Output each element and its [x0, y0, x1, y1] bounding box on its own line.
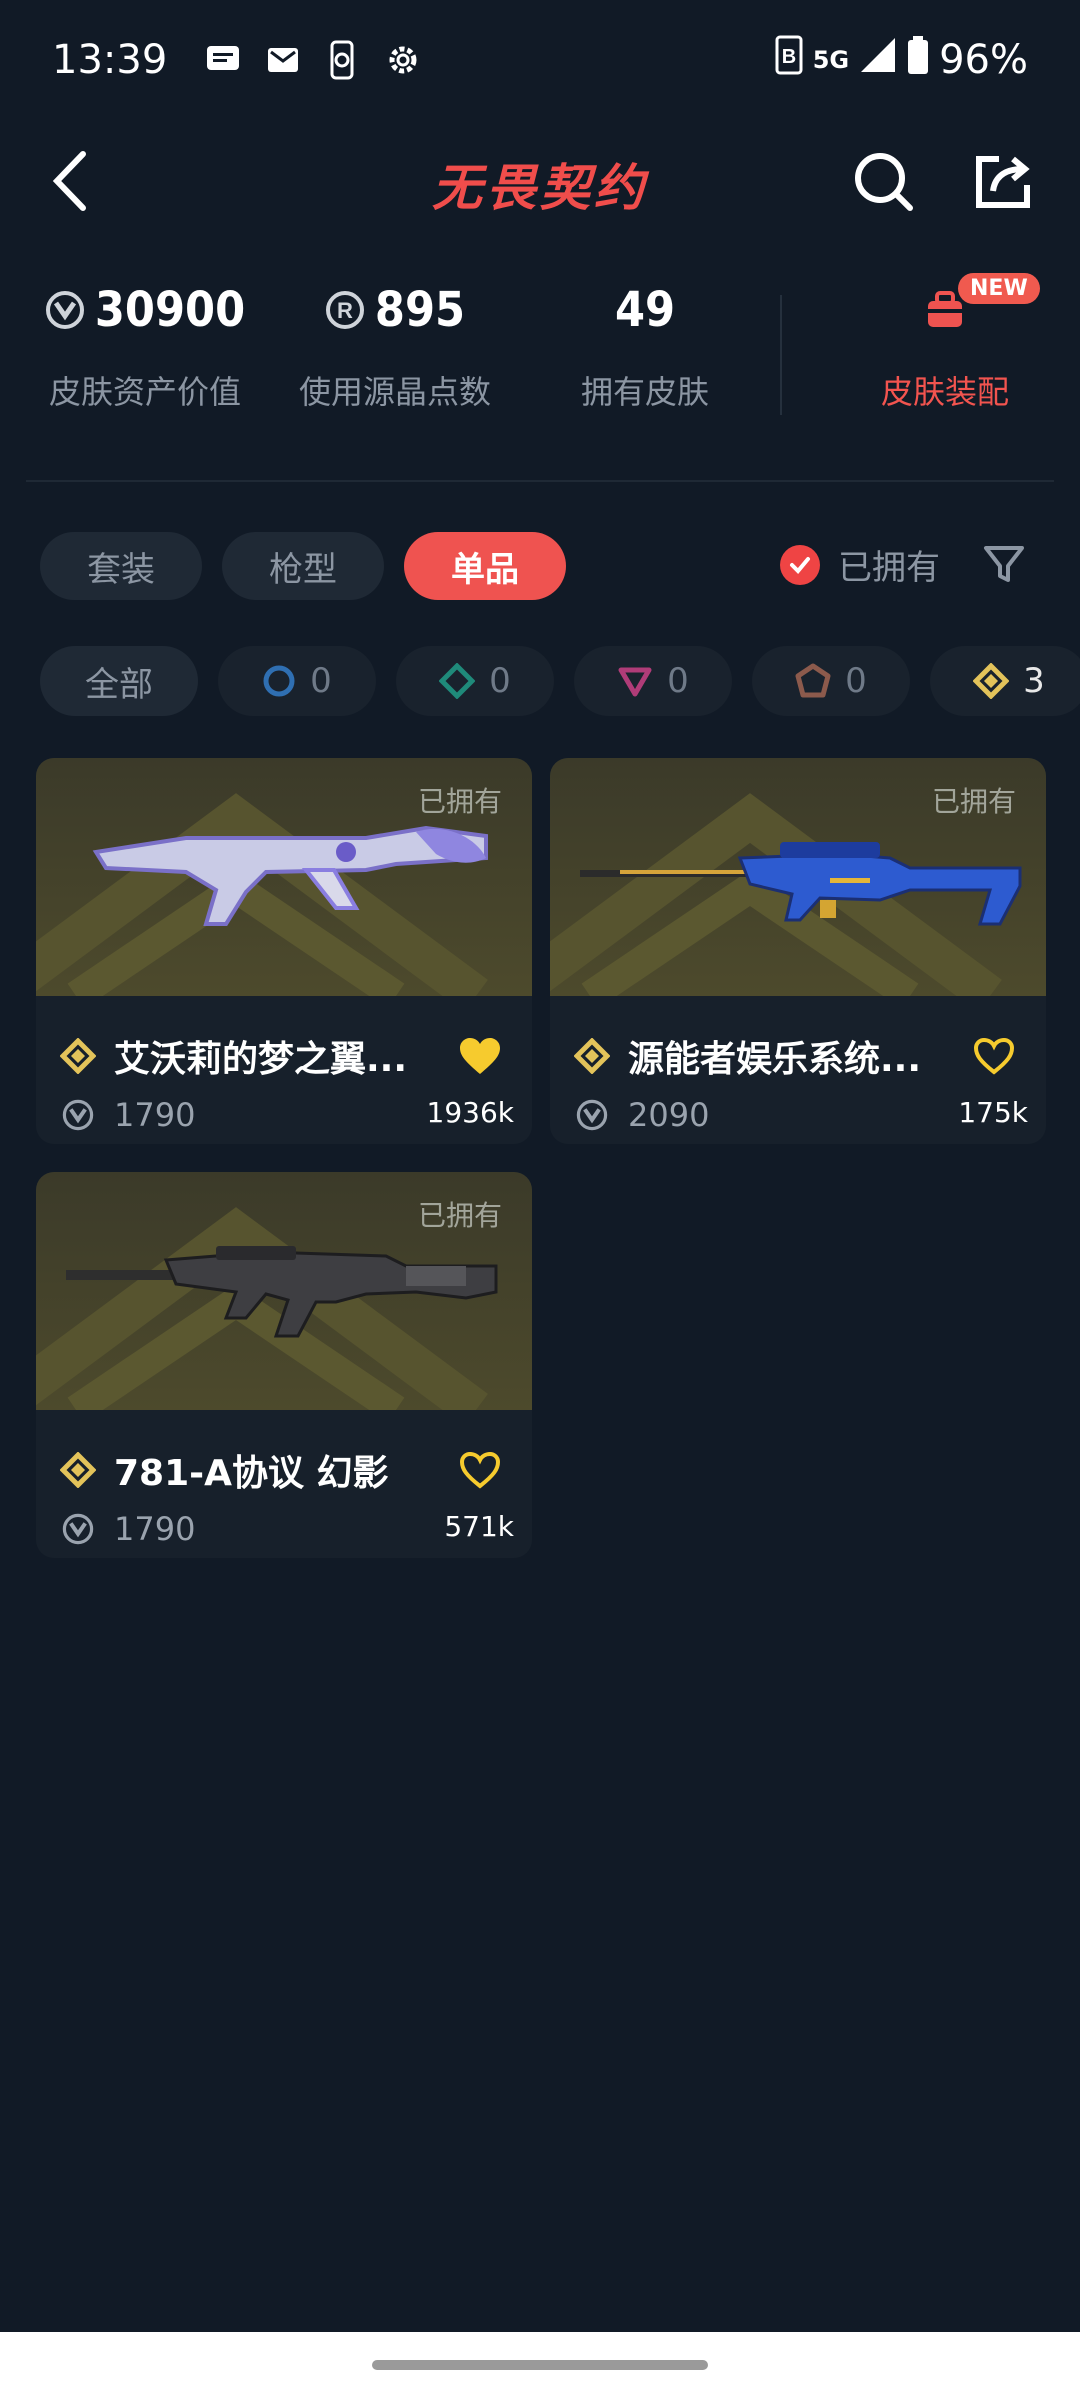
phone-sync-icon [321, 38, 365, 82]
skin-price: 2090 [628, 1096, 710, 1134]
stat-value: 49 [614, 282, 676, 338]
category-tabs: 套装 枪型 单品 [40, 532, 566, 600]
deluxe-tier-icon [439, 663, 476, 699]
tab-weapon-type[interactable]: 枪型 [222, 532, 384, 600]
owned-label: 已拥有 [417, 785, 502, 818]
stats-divider [780, 295, 782, 415]
status-time: 13:39 [52, 37, 168, 83]
search-button[interactable] [848, 146, 918, 216]
stat-value: 30900 [94, 282, 246, 338]
skin-name: 781-A协议 幻影 [114, 1453, 389, 1494]
network-type-label: 5G [812, 46, 850, 74]
heart-outline-icon[interactable] [972, 1036, 1016, 1076]
tier-chip-ultra[interactable]: 0 [752, 646, 910, 716]
tier-filter-chips: 全部 0 0 0 0 3 [40, 646, 1080, 716]
operator-sniper-image [580, 842, 1022, 926]
nfc-icon: B [775, 35, 803, 85]
checkmark-icon [780, 544, 820, 585]
message-icon [201, 38, 245, 82]
heart-filled-icon[interactable] [458, 1036, 502, 1076]
owned-filter-toggle[interactable]: 已拥有 [780, 540, 940, 589]
tier-chip-select[interactable]: 0 [218, 646, 376, 716]
stat-value: 895 [374, 282, 466, 338]
stat-label: 拥有皮肤 [580, 373, 709, 411]
new-badge: NEW [958, 273, 1040, 304]
skin-card[interactable]: 已拥有 源能者娱乐系统... 2090 175k [550, 758, 1046, 1144]
exclusive-tier-icon [60, 1038, 96, 1074]
app-header: 无畏契约 [0, 130, 1080, 230]
mail-icon [261, 38, 305, 82]
ultra-tier-icon [795, 663, 831, 698]
tab-bundles[interactable]: 套装 [40, 532, 202, 600]
valorant-points-icon [62, 1513, 94, 1545]
tier-chip-premium[interactable]: 0 [574, 646, 732, 716]
filter-button[interactable] [980, 540, 1028, 588]
like-count: 571k [444, 1510, 514, 1543]
owned-label: 已拥有 [931, 785, 1016, 818]
valorant-points-icon [62, 1099, 94, 1131]
vandal-rifle-image [92, 825, 488, 926]
tier-chip-count: 0 [489, 661, 511, 701]
svg-text:R: R [337, 298, 353, 323]
settings-gear-icon [381, 38, 425, 82]
battery-level: 96% [939, 37, 1028, 83]
asset-stats: 30900 皮肤资产价值 R 895 使用源晶点数 49 拥有皮肤 NEW 皮肤… [30, 273, 1050, 425]
filter-funnel-icon [984, 546, 1024, 582]
skin-price: 1790 [114, 1510, 196, 1548]
valorant-points-icon [45, 291, 84, 329]
share-button[interactable] [968, 146, 1038, 216]
exclusive-tier-icon [973, 663, 1010, 699]
like-count: 1936k [426, 1096, 514, 1129]
tier-chip-all[interactable]: 全部 [40, 646, 198, 716]
premium-tier-icon [618, 667, 652, 697]
stat-label: 皮肤资产价值 [48, 373, 241, 411]
skin-loadout-button[interactable]: NEW 皮肤装配 [820, 273, 1070, 413]
stat-label: 使用源晶点数 [298, 373, 491, 411]
app-title: 无畏契约 [432, 159, 648, 217]
owned-filter-label: 已拥有 [838, 548, 940, 588]
search-icon [855, 153, 913, 211]
skin-image: 已拥有 [36, 758, 532, 996]
svg-text:B: B [781, 46, 795, 68]
share-icon [976, 156, 1030, 208]
divider [26, 480, 1054, 482]
exclusive-tier-icon [60, 1452, 96, 1488]
skin-image: 已拥有 [550, 758, 1046, 996]
status-bar: 13:39 B 5G 96% [0, 0, 1080, 120]
tier-chip-deluxe[interactable]: 0 [396, 646, 554, 716]
owned-label: 已拥有 [417, 1199, 502, 1232]
valorant-points-icon [576, 1099, 608, 1131]
battery-icon [907, 36, 929, 84]
stat-owned-skins: 49 拥有皮肤 [530, 275, 760, 413]
navigation-bar [0, 2332, 1080, 2400]
tier-chip-label: 全部 [85, 664, 153, 705]
phantom-rifle-image [66, 1246, 498, 1338]
signal-icon [859, 36, 897, 84]
skin-price: 1790 [114, 1096, 196, 1134]
tier-chip-exclusive[interactable]: 3 [930, 646, 1080, 716]
loadout-label: 皮肤装配 [880, 373, 1009, 411]
tier-chip-count: 0 [310, 661, 332, 701]
home-gesture-handle[interactable] [372, 2360, 708, 2370]
tier-chip-count: 0 [667, 661, 689, 701]
like-count: 175k [958, 1096, 1028, 1129]
select-tier-icon [263, 665, 295, 697]
tab-single-items[interactable]: 单品 [404, 532, 566, 600]
exclusive-tier-icon [574, 1038, 610, 1074]
tier-chip-count: 0 [845, 661, 867, 701]
skin-image: 已拥有 [36, 1172, 532, 1410]
heart-outline-icon[interactable] [458, 1450, 502, 1490]
skin-name: 艾沃莉的梦之翼... [114, 1039, 408, 1080]
radianite-icon: R [325, 291, 364, 329]
skin-card[interactable]: 已拥有 艾沃莉的梦之翼... 1790 1936k [36, 758, 532, 1144]
skin-name: 源能者娱乐系统... [628, 1039, 922, 1080]
stat-asset-value: 30900 皮肤资产价值 [30, 275, 260, 413]
tier-chip-count: 3 [1023, 661, 1045, 701]
skin-card[interactable]: 已拥有 781-A协议 幻影 1790 571k [36, 1172, 532, 1558]
stat-radianite: R 895 使用源晶点数 [280, 275, 510, 413]
